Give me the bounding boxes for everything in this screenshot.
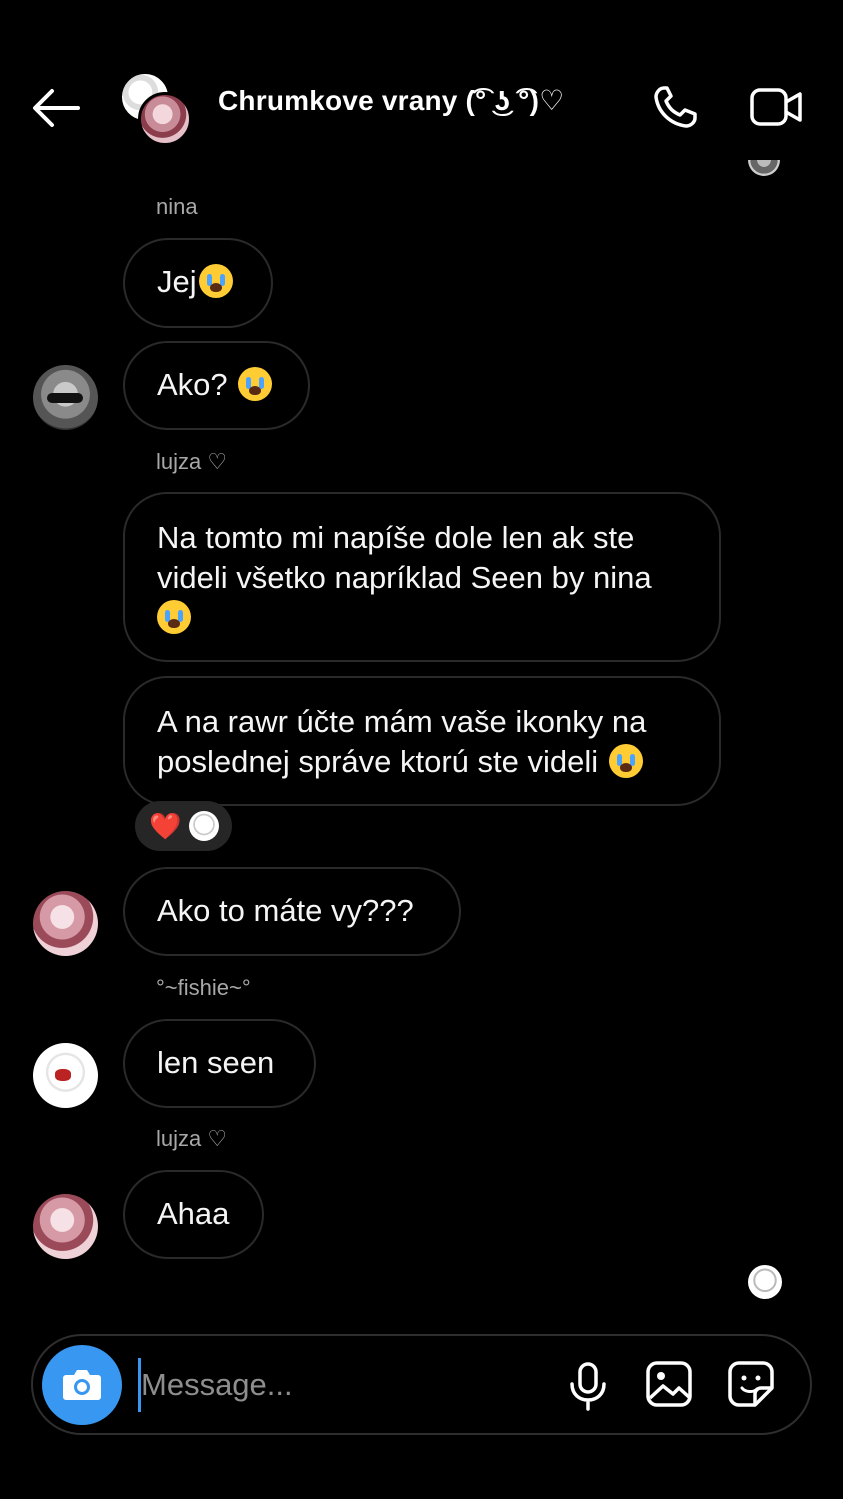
audio-call-button[interactable]: [650, 82, 702, 132]
video-call-button[interactable]: [748, 84, 806, 130]
image-gallery-icon: [646, 1361, 692, 1407]
message-text: Ahaa: [157, 1196, 230, 1231]
video-camera-icon: [750, 88, 802, 126]
voice-message-button[interactable]: [565, 1360, 611, 1412]
loudly-crying-face-icon: [198, 264, 233, 298]
loudly-crying-face-icon: [157, 600, 191, 634]
back-button[interactable]: [28, 82, 84, 134]
reactor-avatar: [189, 811, 219, 841]
message-bubble[interactable]: Ako to máte vy???: [123, 867, 461, 956]
chat-header: Chrumkove vrany (͡° ͜ʖ ͡°)♡: [0, 0, 843, 160]
microphone-icon: [570, 1362, 606, 1411]
group-avatar[interactable]: [120, 72, 192, 146]
message-text: len seen: [157, 1045, 275, 1080]
phone-icon: [654, 86, 697, 128]
avatar[interactable]: [33, 891, 98, 956]
avatar[interactable]: [33, 365, 98, 430]
message-input[interactable]: [138, 1358, 553, 1412]
message-bubble[interactable]: len seen: [123, 1019, 316, 1108]
sender-name: °~fishie~°: [156, 975, 251, 1000]
avatar[interactable]: [33, 1043, 98, 1108]
camera-button[interactable]: [42, 1345, 122, 1425]
avatar[interactable]: [33, 1194, 98, 1259]
sticker-icon: [728, 1361, 774, 1407]
seen-avatar: [748, 160, 780, 176]
message-bubble[interactable]: Ahaa: [123, 1170, 264, 1259]
message-text: Na tomto mi napíše dole len ak ste videl…: [157, 520, 652, 595]
message-text: Ako to máte vy???: [157, 893, 414, 928]
message-bubble[interactable]: Na tomto mi napíše dole len ak ste videl…: [123, 492, 721, 662]
message-text: Ako?: [157, 367, 237, 402]
seen-avatar: [748, 1265, 782, 1299]
message-text: Jej: [157, 264, 197, 299]
arrow-left-icon: [33, 89, 80, 127]
group-member-avatar: [138, 92, 192, 146]
sticker-button[interactable]: [727, 1360, 775, 1408]
message-bubble[interactable]: Jej: [123, 238, 273, 328]
message-bubble[interactable]: A na rawr účte mám vaše ikonky na posled…: [123, 676, 721, 806]
loudly-crying-face-icon: [608, 744, 643, 778]
message-text: A na rawr účte mám vaše ikonky na posled…: [157, 704, 647, 779]
heart-reaction-icon: ❤️: [149, 811, 182, 841]
sender-name: lujza ♡: [156, 449, 228, 474]
message-reactions[interactable]: ❤️: [135, 801, 232, 851]
loudly-crying-face-icon: [238, 367, 273, 401]
message-bubble[interactable]: Ako?: [123, 341, 310, 430]
camera-icon: [63, 1370, 101, 1400]
sender-name: nina: [156, 194, 198, 219]
chat-screen: Chrumkove vrany (͡° ͜ʖ ͡°)♡ nina Jej Ako…: [0, 0, 843, 1499]
gallery-button[interactable]: [645, 1360, 693, 1408]
chat-title[interactable]: Chrumkove vrany (͡° ͜ʖ ͡°)♡: [218, 84, 564, 117]
sender-name: lujza ♡: [156, 1126, 228, 1151]
